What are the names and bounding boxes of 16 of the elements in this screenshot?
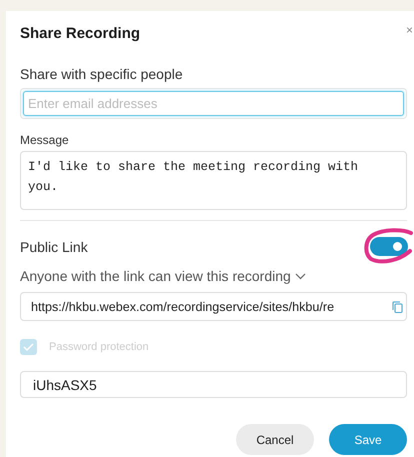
access-dropdown[interactable]: Anyone with the link can view this recording bbox=[20, 268, 306, 284]
cancel-button[interactable]: Cancel bbox=[236, 424, 314, 455]
email-input-field[interactable]: Enter email addresses bbox=[23, 91, 404, 116]
password-field[interactable]: iUhsASX5 bbox=[20, 371, 407, 398]
chevron-down-icon bbox=[294, 272, 306, 280]
link-url-field[interactable]: https://hkbu.webex.com/recordingservice/sites/hkbu/re bbox=[20, 292, 407, 321]
field-label: Message bbox=[20, 133, 69, 147]
close-icon[interactable]: × bbox=[406, 26, 414, 35]
dialog-title: Share Recording bbox=[20, 25, 140, 42]
public-link-label: Public Link bbox=[20, 238, 88, 254]
public-link-toggle[interactable] bbox=[370, 237, 408, 256]
copy-icon[interactable] bbox=[392, 300, 403, 312]
highlight-circle-drawing bbox=[363, 227, 414, 265]
checkmark-icon bbox=[23, 343, 34, 351]
message-text-area[interactable]: I'd like to share the meeting recording with you. bbox=[20, 151, 407, 210]
field-label: Share with specific people bbox=[20, 66, 183, 82]
